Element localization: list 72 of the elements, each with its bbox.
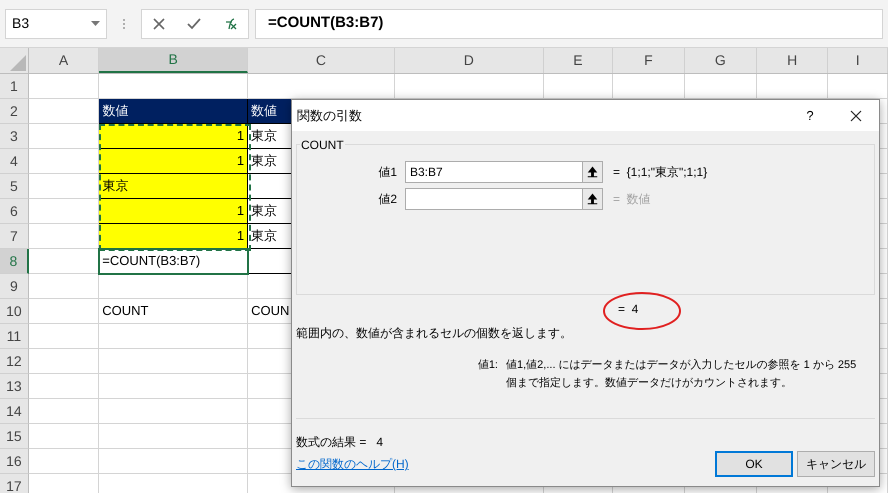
row-header[interactable]: 8 (0, 249, 29, 274)
table-cell (28, 424, 100, 449)
column-header[interactable]: C (248, 48, 395, 73)
cell-text: 1 (236, 152, 244, 170)
column-header[interactable]: F (613, 48, 685, 73)
help-button[interactable]: ? (787, 100, 833, 131)
table-cell (28, 374, 100, 399)
argument-label: 値1 (377, 164, 398, 181)
table-cell (28, 74, 100, 99)
row-header[interactable]: 4 (0, 149, 29, 174)
cell-text: 東京 (251, 152, 278, 170)
argument-result: = 数値 (613, 191, 651, 208)
close-icon (850, 110, 862, 122)
collapse-dialog-icon[interactable] (582, 189, 602, 209)
collapse-dialog-icon[interactable] (582, 162, 602, 182)
argument-help-text: 値1,値2,... にはデータまたはデータが入力したセルの参照を 1 から 255 個まで指定します。数値データだけがカウントされます。 (506, 358, 858, 391)
row-header[interactable]: 16 (0, 449, 29, 474)
row-header[interactable]: 14 (0, 399, 29, 424)
row-header[interactable]: 3 (0, 124, 29, 149)
cancel-icon[interactable] (153, 18, 165, 30)
cell-text: 東京 (251, 202, 278, 220)
formula-input[interactable]: =COUNT(B3:B7) (255, 8, 883, 38)
row-header[interactable]: 12 (0, 349, 29, 374)
formula-result-value: 4 (376, 434, 384, 451)
cell-text: 東京 (251, 227, 278, 246)
column-header[interactable]: B (99, 48, 248, 73)
argument-field[interactable] (405, 188, 603, 210)
dialog-button[interactable]: キャンセル (797, 451, 875, 477)
cell-text: COUN (251, 302, 290, 320)
row-header[interactable]: 15 (0, 424, 29, 449)
cell-text: 数値 (251, 102, 278, 120)
cell-text: 東京 (251, 127, 278, 146)
formula-result-label: 数式の結果 = (296, 434, 366, 451)
function-result: = 4 (618, 301, 638, 318)
cell-text: 1 (236, 227, 244, 246)
cell-text: =COUNT(B3:B7) (102, 252, 200, 270)
cell-text: 東京 (102, 177, 128, 196)
help-link[interactable]: この関数のヘルプ(H) (296, 455, 409, 473)
argument-result: = {1;1;"東京";1;1} (613, 164, 708, 181)
argument-label: 値2 (377, 191, 398, 208)
column-header[interactable]: G (684, 48, 758, 73)
row-header[interactable]: 10 (0, 299, 29, 324)
row-header[interactable]: 2 (0, 99, 29, 124)
argument-field[interactable]: B3:B7 (405, 161, 603, 183)
row-header[interactable]: 11 (0, 324, 29, 349)
row-header[interactable]: 17 (0, 474, 29, 493)
column-header[interactable]: H (757, 48, 828, 73)
row-header[interactable]: 9 (0, 274, 29, 299)
row-header[interactable]: 1 (0, 74, 29, 99)
row-header[interactable]: 6 (0, 199, 29, 224)
row-header[interactable]: 7 (0, 224, 29, 249)
cell-text: 1 (236, 127, 244, 146)
row-header[interactable]: 5 (0, 174, 29, 199)
cell-text: 1 (236, 202, 244, 220)
table-cell (28, 449, 100, 474)
column-header[interactable]: D (394, 48, 544, 73)
check-icon[interactable] (187, 18, 201, 30)
column-header[interactable]: I (828, 48, 888, 73)
cell-text: 数値 (102, 102, 128, 120)
table-cell (28, 399, 100, 424)
cell-text: COUNT (102, 302, 148, 320)
table-cell (28, 324, 100, 349)
dialog-button[interactable]: OK (715, 451, 793, 477)
column-header[interactable]: E (544, 48, 614, 73)
function-icon[interactable] (223, 17, 237, 30)
row-header[interactable]: 13 (0, 374, 29, 399)
dropdown-caret-icon (91, 21, 100, 26)
name-box[interactable]: B3 (5, 8, 107, 38)
argument-help-label: 値1: (476, 358, 499, 373)
table-cell (28, 349, 100, 374)
window-title: 関数の引数 (297, 106, 362, 125)
function-description: 範囲内の、数値が含まれるセルの個数を返します。 (296, 325, 572, 342)
